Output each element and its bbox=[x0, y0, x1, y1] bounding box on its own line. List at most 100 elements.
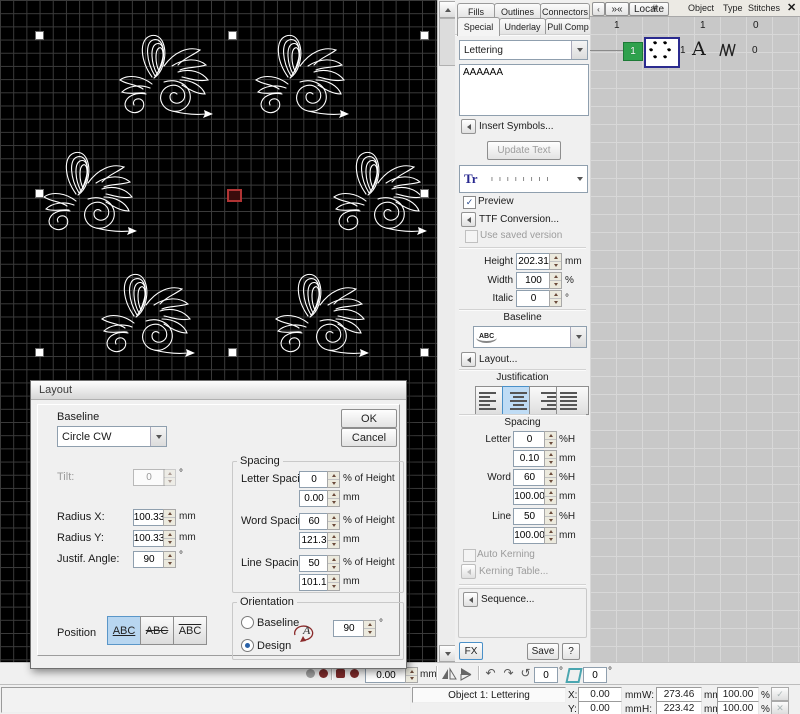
letter-mm-stepper[interactable] bbox=[544, 450, 557, 467]
tab-pull-comp[interactable]: Pull Comp bbox=[545, 18, 591, 35]
letter-spacing-mm-field[interactable]: 0.00 bbox=[299, 490, 329, 507]
object-type-dropdown[interactable]: Lettering bbox=[459, 40, 588, 60]
word-mm-field[interactable]: 100.00 bbox=[513, 488, 546, 505]
line-pct-stepper[interactable] bbox=[544, 508, 557, 525]
ttf-conversion-expand-button[interactable] bbox=[461, 212, 476, 227]
tilt-field[interactable]: 0 bbox=[133, 469, 165, 486]
tilt-stepper[interactable] bbox=[163, 469, 176, 486]
dropdown-button[interactable] bbox=[572, 166, 587, 192]
object-thumbnail[interactable] bbox=[644, 37, 680, 68]
design-angle-field[interactable]: 90 bbox=[333, 620, 365, 637]
dropdown-button[interactable] bbox=[571, 41, 587, 59]
word-mm-stepper[interactable] bbox=[544, 488, 557, 505]
selection-handle[interactable] bbox=[35, 31, 44, 40]
column-header-type[interactable]: Type bbox=[723, 3, 743, 13]
tab-connectors[interactable]: Connectors bbox=[540, 3, 590, 19]
width-pct-field[interactable]: 100.00 bbox=[717, 687, 759, 702]
font-dropdown[interactable]: Tr ıııııııı bbox=[459, 165, 588, 193]
y-field[interactable]: 0.00 bbox=[578, 701, 622, 714]
sequence-label[interactable]: Sequence... bbox=[481, 594, 534, 605]
tab-special[interactable]: Special bbox=[457, 17, 500, 36]
line-pct-field[interactable]: 50 bbox=[513, 508, 546, 525]
lettering-character[interactable] bbox=[44, 152, 137, 235]
x-field[interactable]: 0.00 bbox=[578, 687, 622, 702]
width-field[interactable]: 100 bbox=[516, 272, 551, 289]
collapse-all-button[interactable]: »« bbox=[605, 2, 629, 16]
object-number-badge[interactable]: 1 bbox=[623, 42, 643, 61]
word-spacing-mm-stepper[interactable] bbox=[327, 532, 340, 549]
ttf-conversion-label[interactable]: TTF Conversion... bbox=[479, 214, 559, 225]
scroll-down-button[interactable] bbox=[439, 645, 456, 662]
needle-point-icon[interactable] bbox=[336, 669, 345, 678]
layout-dialog[interactable]: Layout Baseline Circle CW OK Cancel Tilt… bbox=[30, 380, 407, 669]
locate-button[interactable]: Locate bbox=[629, 2, 669, 16]
letter-mm-field[interactable]: 0.10 bbox=[513, 450, 546, 467]
panel-collapse-button[interactable]: ‹ bbox=[592, 2, 605, 16]
use-saved-version-checkbox[interactable] bbox=[465, 230, 478, 243]
cancel-button[interactable]: Cancel bbox=[341, 428, 397, 447]
word-spacing-pct-field[interactable]: 60 bbox=[299, 513, 329, 530]
selection-handle[interactable] bbox=[228, 348, 237, 357]
scroll-up-button[interactable] bbox=[439, 1, 456, 18]
skew-angle-field[interactable]: 0 bbox=[583, 667, 607, 683]
letter-spacing-pct-stepper[interactable] bbox=[327, 471, 340, 488]
line-mm-field[interactable]: 100.00 bbox=[513, 527, 546, 544]
position-baseline-above-button[interactable]: ABC bbox=[173, 616, 207, 645]
layout-button-label[interactable]: Layout... bbox=[479, 354, 517, 365]
help-button[interactable]: ? bbox=[562, 643, 580, 660]
baseline-dropdown[interactable]: ABC bbox=[473, 326, 587, 348]
letter-spacing-pct-field[interactable]: 0 bbox=[299, 471, 329, 488]
save-button[interactable]: Save bbox=[527, 643, 559, 660]
rotate-cw-icon[interactable]: ↷ bbox=[501, 666, 516, 681]
position-baseline-middle-button[interactable]: ABC bbox=[140, 616, 174, 645]
baseline-select[interactable]: Circle CW bbox=[57, 426, 167, 447]
justify-full-button[interactable] bbox=[556, 386, 589, 415]
column-header-stitches[interactable]: Stitches bbox=[748, 3, 780, 13]
letter-pct-stepper[interactable] bbox=[544, 431, 557, 448]
column-header-object[interactable]: Object bbox=[688, 3, 714, 13]
tab-underlay[interactable]: Underlay bbox=[499, 18, 546, 35]
orientation-design-radio[interactable] bbox=[241, 639, 254, 652]
dropdown-button[interactable] bbox=[150, 427, 166, 446]
selection-handle[interactable] bbox=[35, 189, 44, 198]
insert-symbols-label[interactable]: Insert Symbols... bbox=[479, 121, 553, 132]
auto-kerning-checkbox[interactable] bbox=[463, 549, 476, 562]
selection-handle[interactable] bbox=[228, 31, 237, 40]
italic-field[interactable]: 0 bbox=[516, 290, 551, 307]
apply-button[interactable]: ✓ bbox=[771, 687, 789, 701]
word-pct-field[interactable]: 60 bbox=[513, 469, 546, 486]
stitch-marker-icon[interactable] bbox=[319, 669, 328, 678]
lettering-character[interactable] bbox=[120, 35, 213, 118]
column-header-num[interactable]: # bbox=[652, 3, 657, 13]
line-mm-stepper[interactable] bbox=[544, 527, 557, 544]
discard-button[interactable]: ✕ bbox=[771, 701, 789, 714]
word-pct-stepper[interactable] bbox=[544, 469, 557, 486]
rotate-ccw-icon[interactable]: ↶ bbox=[483, 666, 498, 681]
mirror-vertical-icon[interactable] bbox=[459, 667, 475, 681]
radius-y-stepper[interactable] bbox=[163, 530, 176, 547]
scroll-thumb[interactable] bbox=[439, 18, 456, 66]
preview-checkbox[interactable]: ✓ bbox=[463, 196, 476, 209]
lettering-text-input[interactable]: AAAAAA bbox=[459, 64, 589, 116]
lettering-character[interactable] bbox=[102, 274, 195, 357]
canvas-vertical-scrollbar[interactable] bbox=[437, 0, 455, 662]
position-baseline-below-button[interactable]: ABC bbox=[107, 616, 141, 645]
italic-stepper[interactable] bbox=[549, 290, 562, 307]
sequence-expand-button[interactable] bbox=[463, 592, 478, 607]
word-spacing-pct-stepper[interactable] bbox=[327, 513, 340, 530]
rotate-angle-icon[interactable]: ↺ bbox=[519, 666, 532, 681]
height-status-field[interactable]: 223.42 bbox=[656, 701, 702, 714]
ok-button[interactable]: OK bbox=[341, 409, 397, 428]
radius-x-stepper[interactable] bbox=[163, 509, 176, 526]
line-spacing-pct-field[interactable]: 50 bbox=[299, 555, 329, 572]
orientation-baseline-radio[interactable] bbox=[241, 616, 254, 629]
width-status-field[interactable]: 273.46 bbox=[656, 687, 702, 702]
tab-outlines[interactable]: Outlines bbox=[494, 3, 541, 19]
stitch-player-icon[interactable] bbox=[306, 669, 315, 678]
radius-y-field[interactable]: 100.33 bbox=[133, 530, 165, 547]
close-icon[interactable]: ✕ bbox=[787, 1, 796, 14]
lettering-character[interactable] bbox=[334, 152, 427, 235]
word-spacing-mm-field[interactable]: 121.3 bbox=[299, 532, 329, 549]
selection-handle[interactable] bbox=[420, 31, 429, 40]
selection-handle[interactable] bbox=[420, 189, 429, 198]
